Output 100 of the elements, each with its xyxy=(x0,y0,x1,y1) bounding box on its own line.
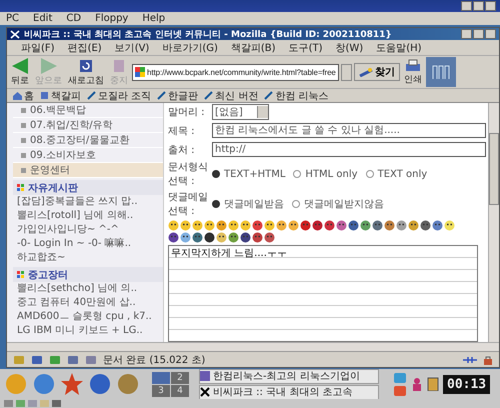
window-control-button[interactable] xyxy=(473,1,484,11)
window-control-button[interactable] xyxy=(485,1,496,11)
bookmark-link[interactable]: 홈 xyxy=(13,88,34,102)
bookmark-link[interactable]: 책갈피 xyxy=(40,88,81,102)
emoticon-icon[interactable] xyxy=(336,220,347,231)
emoticon-icon[interactable] xyxy=(396,220,407,231)
emoticon-icon[interactable] xyxy=(252,232,263,243)
emoticon-icon[interactable] xyxy=(228,232,239,243)
emoticon-icon[interactable] xyxy=(348,220,359,231)
sidebar-item[interactable]: 08.중고장터/물물교환 xyxy=(13,133,163,148)
emoticon-icon[interactable] xyxy=(408,220,419,231)
emoticon-icon[interactable] xyxy=(216,220,227,231)
sidebar-item[interactable]: 06.백문백답 xyxy=(13,103,163,118)
input-field[interactable]: http:// xyxy=(212,142,486,157)
menu-item[interactable]: 보기(V) xyxy=(114,40,150,54)
menu-item[interactable]: PC xyxy=(6,13,20,24)
clipboard-icon[interactable] xyxy=(427,377,439,391)
desktop-pager-cell[interactable]: 2 xyxy=(171,372,189,384)
emoticon-icon[interactable] xyxy=(216,232,227,243)
menu-item[interactable]: 창(W) xyxy=(336,40,364,54)
radio-option[interactable]: TEXT only xyxy=(366,168,428,180)
desktop-pager-cell[interactable] xyxy=(152,372,170,384)
post-link[interactable]: LG IBM 미니 키보드 + LG.. xyxy=(13,324,163,338)
menu-item[interactable]: 바로가기(G) xyxy=(162,40,218,54)
window-control-button[interactable] xyxy=(461,1,472,11)
menu-item[interactable]: 파일(F) xyxy=(21,40,55,54)
emoticon-icon[interactable] xyxy=(432,220,443,231)
address-field[interactable]: http://www.bcpark.net/community/write.html?table=free xyxy=(132,64,339,80)
emoticon-icon[interactable] xyxy=(300,220,311,231)
horizontal-scrollbar[interactable] xyxy=(7,342,499,351)
emoticon-icon[interactable] xyxy=(180,220,191,231)
taskbar-button[interactable]: 한컴리눅스-최고의 리눅스기업이 xyxy=(199,368,379,384)
emoticon-icon[interactable] xyxy=(240,220,251,231)
emoticon-icon[interactable] xyxy=(264,220,275,231)
emoticon-icon[interactable] xyxy=(168,232,179,243)
vertical-scrollbar[interactable] xyxy=(488,103,499,342)
toolbar-button[interactable]: 새로고침 xyxy=(66,58,106,86)
window-title: 비씨파크 :: 국내 최대의 초고속 인터넷 커뮤니티 - Mozilla {Build ID: 2002110811} xyxy=(24,28,393,40)
toolbar-button[interactable]: 뒤로 xyxy=(9,58,31,86)
post-link[interactable]: AMD600ㅡ 슬롯형 cpu , k7.. xyxy=(13,310,163,324)
window-control-button[interactable] xyxy=(461,29,472,39)
emoticon-icon[interactable] xyxy=(288,220,299,231)
sidebar-item[interactable]: 07.취업/진학/유학 xyxy=(13,118,163,133)
menu-item[interactable]: 도움말(H) xyxy=(376,40,422,54)
post-link[interactable]: 중고 컴퓨터 40만원에 삽.. xyxy=(13,296,163,310)
desktop-pager-cell[interactable]: 3 xyxy=(152,384,170,396)
emoticon-icon[interactable] xyxy=(372,220,383,231)
bookmark-link[interactable]: 모질라 조직 xyxy=(87,88,152,102)
post-link[interactable]: 뽈리스[sethcho] 님에 의.. xyxy=(13,282,163,296)
post-link[interactable]: 뽈리스[rotoll] 님에 의해.. xyxy=(13,209,163,223)
input-field[interactable]: 한컴 리눅스에서도 글 쓸 수 있나 실험..... xyxy=(212,123,486,138)
emoticon-icon[interactable] xyxy=(360,220,371,231)
bookmark-link[interactable]: 최신 버전 xyxy=(204,88,258,102)
globe-icon[interactable] xyxy=(88,372,112,396)
search-button[interactable]: 찾기 xyxy=(354,63,400,81)
emoticon-icon[interactable] xyxy=(276,220,287,231)
menu-item[interactable]: Edit xyxy=(33,13,52,24)
emoticon-icon[interactable] xyxy=(204,232,215,243)
status-icon[interactable] xyxy=(67,354,79,364)
emoticon-icon[interactable] xyxy=(240,232,251,243)
bookmark-link[interactable]: 한글판 xyxy=(157,88,198,102)
taskbar-button[interactable]: 비씨파크 :: 국내 최대의 초고속 xyxy=(199,384,379,400)
emoticon-icon[interactable] xyxy=(312,220,323,231)
emoticon-icon[interactable] xyxy=(264,232,275,243)
menu-item[interactable]: 도구(T) xyxy=(288,40,322,54)
menu-item[interactable]: 편집(E) xyxy=(68,40,102,54)
radio-option[interactable]: 댓글메일받지않음 xyxy=(292,197,384,211)
radio-option[interactable]: TEXT+HTML xyxy=(212,168,286,180)
menu-item[interactable]: CD xyxy=(66,13,82,24)
emoticon-icon[interactable] xyxy=(324,220,335,231)
star-icon[interactable] xyxy=(60,372,84,396)
sidebar-item[interactable]: 운영센터 xyxy=(13,163,163,178)
post-link[interactable]: 가입인사입니당~ ^-^ xyxy=(13,223,163,237)
emoticon-icon[interactable] xyxy=(180,232,191,243)
text-area[interactable]: 무지막지하게 느림....ㅜㅜ xyxy=(168,245,478,342)
menu-item[interactable]: Floppy xyxy=(95,13,128,24)
emoticon-icon[interactable] xyxy=(384,220,395,231)
menu-item[interactable]: Help xyxy=(142,13,166,24)
menu-item[interactable]: 책갈피(B) xyxy=(230,40,276,54)
emoticon-icon[interactable] xyxy=(192,220,203,231)
window-control-button[interactable] xyxy=(485,29,496,39)
emoticon-icon[interactable] xyxy=(420,220,431,231)
emoticon-icon[interactable] xyxy=(204,220,215,231)
select-field[interactable]: [없음] xyxy=(212,104,269,120)
bookmark-link[interactable]: 한컴 리눅스 xyxy=(264,88,329,102)
print-button[interactable]: 인쇄 xyxy=(402,58,424,86)
person-icon[interactable] xyxy=(411,377,423,391)
post-link[interactable]: -0- Login In ~ -0- 嘛嘛.. xyxy=(13,237,163,251)
window-control-button[interactable] xyxy=(473,29,484,39)
emoticon-icon[interactable] xyxy=(228,220,239,231)
post-link[interactable]: [잡담]중복글들은 쓰지 맙.. xyxy=(13,195,163,209)
status-icon[interactable] xyxy=(31,354,43,364)
emoticon-icon[interactable] xyxy=(252,220,263,231)
radio-option[interactable]: HTML only xyxy=(293,168,358,180)
desktop-pager-cell[interactable]: 4 xyxy=(171,384,189,396)
emoticon-icon[interactable] xyxy=(192,232,203,243)
radio-option[interactable]: 댓글메일받음 xyxy=(212,197,284,211)
post-link[interactable]: 하교합죠~ xyxy=(13,251,163,265)
emoticon-icon[interactable] xyxy=(444,220,455,231)
emoticon-icon[interactable] xyxy=(168,220,179,231)
